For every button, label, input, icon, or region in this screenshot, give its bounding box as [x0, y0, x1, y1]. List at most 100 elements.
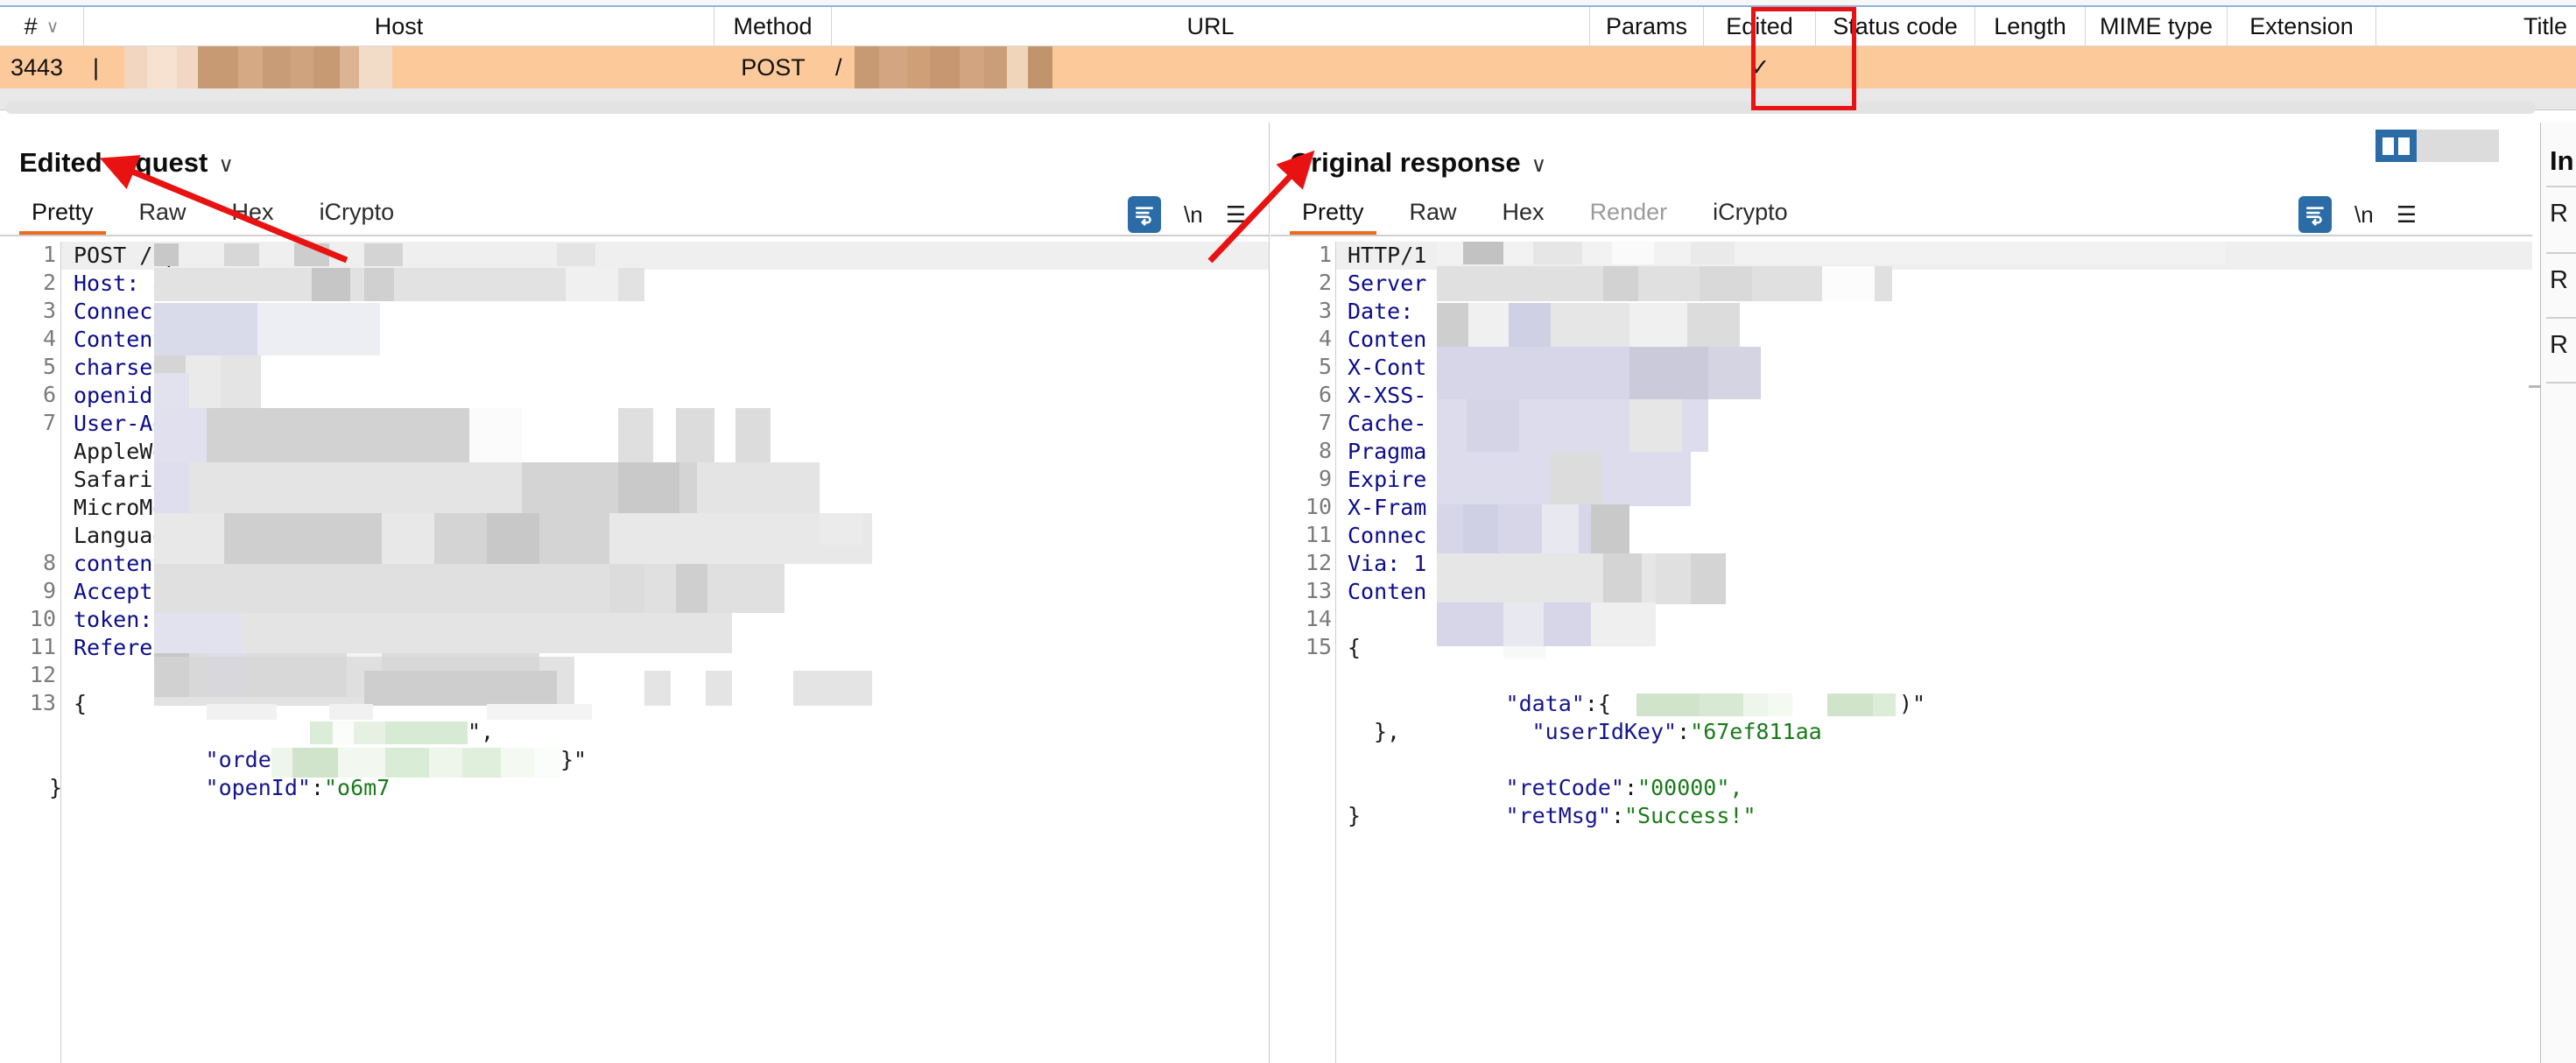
tab-raw-request[interactable]: Raw	[116, 193, 209, 231]
inspector-resize-handle[interactable]	[2529, 385, 2541, 388]
line-number: 11	[0, 634, 56, 659]
tab-render-response[interactable]: Render	[1567, 193, 1691, 231]
tab-hex-response[interactable]: Hex	[1480, 193, 1567, 231]
request-tabs-divider	[0, 235, 1269, 236]
code-line: {	[74, 690, 87, 718]
proxy-history-table: # ∨ Host Method URL Params Edited Status…	[0, 5, 2576, 112]
column-header-title[interactable]: Title	[2376, 7, 2576, 46]
line-number: 4	[0, 326, 56, 351]
cell-num-value: 3443	[11, 54, 63, 81]
cell-num: 3443	[0, 46, 84, 88]
line-number: 15	[1270, 634, 1332, 659]
code-line: Pragma	[1348, 438, 1426, 466]
request-tabs: Pretty Raw Hex iCrypto	[9, 193, 417, 238]
request-panel-tools: \n ☰	[1128, 196, 1246, 233]
code-line: }	[1348, 802, 1361, 830]
word-wrap-icon[interactable]	[2298, 196, 2332, 233]
code-line: Via: 1	[1348, 550, 1426, 578]
single-pane-icon[interactable]	[2458, 130, 2499, 162]
cell-method: POST	[714, 46, 832, 88]
inspector-title: In	[2550, 145, 2574, 177]
column-header-url[interactable]: URL	[832, 7, 1590, 46]
word-wrap-icon[interactable]	[1128, 196, 1161, 233]
tab-pretty-response-label: Pretty	[1302, 199, 1364, 225]
column-header-extension[interactable]: Extension	[2228, 7, 2376, 46]
response-tabs: Pretty Raw Hex Render iCrypto	[1279, 193, 1811, 238]
tab-hex-request-label: Hex	[232, 199, 274, 225]
chevron-down-icon: ∨	[1531, 153, 1547, 177]
code-line: "data":{	[1374, 662, 1611, 690]
code-line-tail: )"	[1899, 690, 1925, 718]
line-number: 10	[0, 606, 56, 631]
horizontal-scrollbar[interactable]	[5, 102, 2536, 114]
json-key: "userIdKey"	[1532, 719, 1678, 744]
inspector-divider	[2546, 317, 2576, 319]
tab-pretty-response[interactable]: Pretty	[1279, 193, 1387, 231]
table-row[interactable]: 3443 | POST	[0, 46, 2576, 88]
host-redaction-blur	[124, 46, 370, 88]
code-line: Cache-	[1348, 410, 1426, 438]
code-line: Server	[1348, 270, 1426, 298]
code-line: "retCode":"00000",	[1374, 746, 1742, 774]
column-header-method[interactable]: Method	[714, 7, 832, 46]
response-panel: Original response ∨ Pretty Raw Hex Render…	[1270, 123, 2532, 1063]
line-number: 11	[1270, 522, 1332, 547]
inspector-section-1[interactable]: R	[2550, 200, 2568, 229]
newline-icon[interactable]: \n	[1184, 203, 1203, 226]
line-number: 9	[0, 578, 56, 603]
column-header-mime-type-label: MIME type	[2100, 13, 2213, 40]
tab-icrypto-request[interactable]: iCrypto	[297, 193, 418, 231]
hamburger-menu-icon[interactable]: ☰	[1226, 203, 1246, 226]
table-header-row: # ∨ Host Method URL Params Edited Status…	[0, 7, 2576, 46]
column-header-mime-type[interactable]: MIME type	[2086, 7, 2228, 46]
tab-hex-request[interactable]: Hex	[209, 193, 297, 231]
code-line: Conten	[1348, 578, 1426, 606]
request-code-viewer[interactable]: 1 2 3 4 5 6 7 8 9 10 11 12 13 POST /ap H…	[0, 242, 1269, 1063]
code-line: }	[49, 774, 62, 802]
cell-mime-type	[2086, 46, 2228, 88]
response-code-viewer[interactable]: 1 2 3 4 5 6 7 8 9 10 11 12 13 14 15 HTTP…	[1270, 242, 2532, 1063]
line-number: 1	[0, 242, 56, 267]
tab-pretty-request[interactable]: Pretty	[9, 193, 116, 231]
code-line-tail: ",	[468, 718, 494, 746]
column-header-host-label: Host	[375, 13, 424, 40]
stacked-rows-icon[interactable]	[2417, 130, 2458, 162]
json-key: "retMsg"	[1506, 803, 1611, 828]
line-number: 8	[0, 550, 56, 575]
request-panel-title[interactable]: Edited request∨	[19, 147, 234, 179]
burp-message-editor-screen: # ∨ Host Method URL Params Edited Status…	[0, 0, 2576, 1063]
column-header-host[interactable]: Host	[84, 7, 714, 46]
cell-params	[1590, 46, 1704, 88]
side-by-side-icon[interactable]	[2375, 130, 2417, 162]
inspector-section-2[interactable]: R	[2550, 266, 2568, 295]
tab-icrypto-response[interactable]: iCrypto	[1690, 193, 1811, 231]
line-number: 5	[0, 354, 56, 379]
line-number: 13	[0, 690, 56, 715]
tab-raw-response[interactable]: Raw	[1387, 193, 1480, 231]
json-value: "67ef811aa	[1690, 719, 1822, 744]
response-panel-title-text: Original response	[1290, 147, 1521, 178]
column-header-params[interactable]: Params	[1590, 7, 1704, 46]
code-line: X-XSS-	[1348, 382, 1426, 410]
column-header-length-label: Length	[1994, 13, 2066, 40]
cell-host: |	[84, 46, 714, 88]
inspector-divider	[2546, 186, 2576, 187]
column-header-num[interactable]: # ∨	[0, 7, 84, 46]
column-header-title-label: Title	[2523, 13, 2567, 40]
code-line-tail: }"	[560, 746, 587, 774]
line-number: 2	[1270, 270, 1332, 295]
line-number: 1	[1270, 242, 1332, 267]
inspector-section-3[interactable]: R	[2550, 331, 2568, 360]
column-header-length[interactable]: Length	[1975, 7, 2086, 46]
line-number: 12	[1270, 550, 1332, 575]
code-line: },	[1374, 718, 1400, 746]
code-line: Expire	[1348, 466, 1426, 494]
response-panel-title[interactable]: Original response ∨	[1290, 147, 1546, 179]
newline-icon[interactable]: \n	[2354, 203, 2374, 226]
line-number: 13	[1270, 578, 1332, 603]
line-number: 6	[1270, 382, 1332, 407]
response-panel-tools: \n ☰	[2298, 196, 2417, 233]
request-panel: Edited request∨ Pretty Raw Hex iCrypto	[0, 123, 1270, 1063]
code-line: X-Fram	[1348, 494, 1426, 522]
hamburger-menu-icon[interactable]: ☰	[2397, 203, 2417, 226]
